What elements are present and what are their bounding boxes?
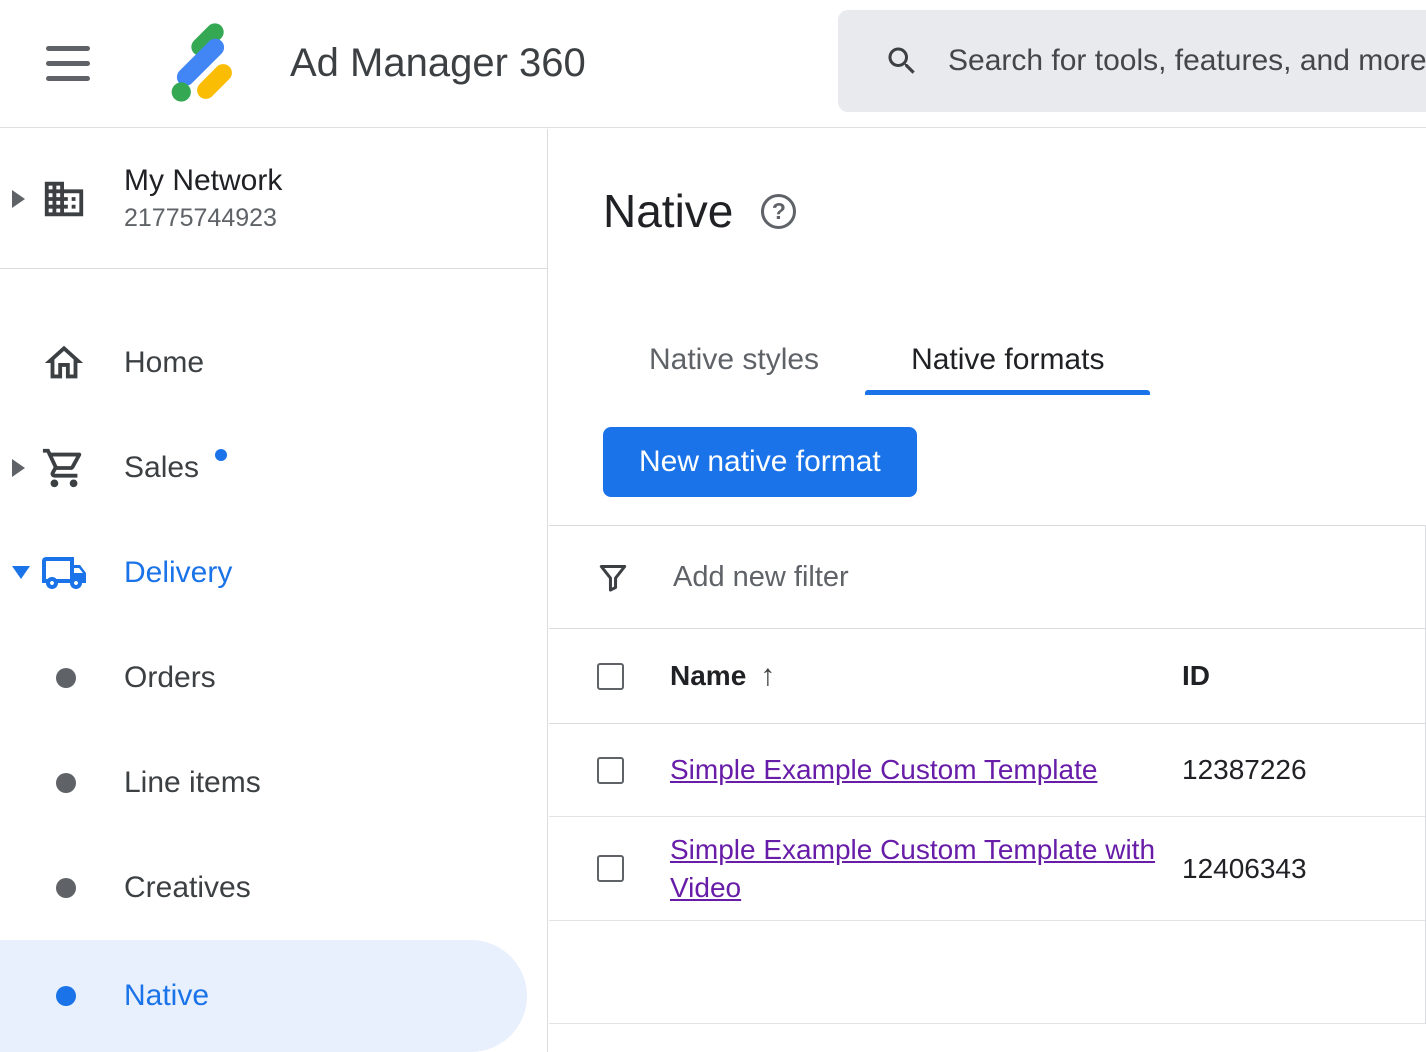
menu-icon[interactable] <box>40 40 96 87</box>
menu-bar <box>46 76 90 81</box>
name-cell: Simple Example Custom Template <box>670 751 1182 789</box>
help-icon[interactable]: ? <box>761 194 796 229</box>
sidebar-item-delivery[interactable]: Delivery <box>0 520 547 625</box>
home-icon <box>40 340 88 386</box>
table-row: Simple Example Custom Template with Vide… <box>549 817 1425 921</box>
network-selector[interactable]: My Network 21775744923 <box>0 129 547 269</box>
truck-icon <box>40 549 88 597</box>
sidebar-item-label: Creatives <box>124 871 251 905</box>
sidebar-item-line-items[interactable]: Line items <box>0 730 547 835</box>
sidebar-item-creatives[interactable]: Creatives <box>0 835 547 940</box>
filter-funnel-icon <box>595 559 631 595</box>
tab-native-formats[interactable]: Native formats <box>865 325 1150 395</box>
menu-bar <box>46 61 90 66</box>
row-checkbox[interactable] <box>597 855 624 882</box>
sidebar-item-label: Delivery <box>124 556 232 590</box>
building-icon <box>40 176 88 222</box>
sidebar-item-label: Home <box>124 346 204 380</box>
expand-caret-icon[interactable] <box>12 459 25 477</box>
sort-up-icon[interactable]: ↑ <box>760 659 775 692</box>
name-cell: Simple Example Custom Template with Vide… <box>670 831 1182 907</box>
table-header-row: Name↑ ID <box>549 629 1425 724</box>
bullet-icon <box>56 878 76 898</box>
sidebar-nav: Home Sales Delivery Orders <box>0 269 547 1052</box>
ad-manager-logo-icon <box>158 22 250 106</box>
sidebar-item-label: Orders <box>124 661 216 695</box>
bullet-icon <box>56 668 76 688</box>
page-title: Native <box>603 184 733 238</box>
tab-bar: Native styles Native formats <box>603 325 1426 395</box>
sidebar-item-label: Line items <box>124 766 261 800</box>
sidebar: My Network 21775744923 Home Sales <box>0 129 548 1052</box>
filter-bar[interactable]: Add new filter <box>549 525 1425 629</box>
sidebar-item-label: Sales <box>124 451 199 485</box>
menu-bar <box>46 46 90 51</box>
id-cell: 12387226 <box>1182 754 1307 786</box>
id-cell: 12406343 <box>1182 853 1307 885</box>
search-icon <box>884 43 920 79</box>
sidebar-item-orders[interactable]: Orders <box>0 625 547 730</box>
notification-dot <box>215 449 227 461</box>
sidebar-item-label: Native <box>124 979 209 1013</box>
cart-icon <box>40 445 88 491</box>
tab-native-styles[interactable]: Native styles <box>603 325 865 395</box>
select-all-checkbox[interactable] <box>597 663 624 690</box>
native-format-link[interactable]: Simple Example Custom Template <box>670 754 1097 785</box>
table-footer-spacer <box>549 921 1425 1024</box>
sidebar-item-native[interactable]: Native <box>0 940 527 1052</box>
filter-placeholder: Add new filter <box>673 561 849 594</box>
search-input[interactable]: Search for tools, features, and more <box>838 10 1426 112</box>
native-formats-table: Add new filter Name↑ ID Simple Example C… <box>549 525 1426 1024</box>
sidebar-item-home[interactable]: Home <box>0 310 547 415</box>
search-placeholder: Search for tools, features, and more <box>948 44 1426 78</box>
main-content: Native ? Native styles Native formats Ne… <box>549 129 1426 1052</box>
topbar: Ad Manager 360 Search for tools, feature… <box>0 0 1426 128</box>
collapse-caret-icon[interactable] <box>12 566 30 579</box>
page-header: Native ? <box>603 184 1426 238</box>
bullet-icon <box>56 986 76 1006</box>
table-row: Simple Example Custom Template 12387226 <box>549 724 1425 817</box>
new-native-format-button[interactable]: New native format <box>603 427 917 497</box>
network-id: 21775744923 <box>124 204 282 233</box>
row-checkbox[interactable] <box>597 757 624 784</box>
expand-caret-icon[interactable] <box>12 190 25 208</box>
network-text: My Network 21775744923 <box>124 164 282 233</box>
id-column-header: ID <box>1182 660 1210 692</box>
network-name: My Network <box>124 164 282 198</box>
native-format-link[interactable]: Simple Example Custom Template with Vide… <box>670 834 1155 903</box>
name-column-header[interactable]: Name↑ <box>670 659 1182 693</box>
sidebar-item-sales[interactable]: Sales <box>0 415 547 520</box>
app-title: Ad Manager 360 <box>290 41 586 86</box>
bullet-icon <box>56 773 76 793</box>
